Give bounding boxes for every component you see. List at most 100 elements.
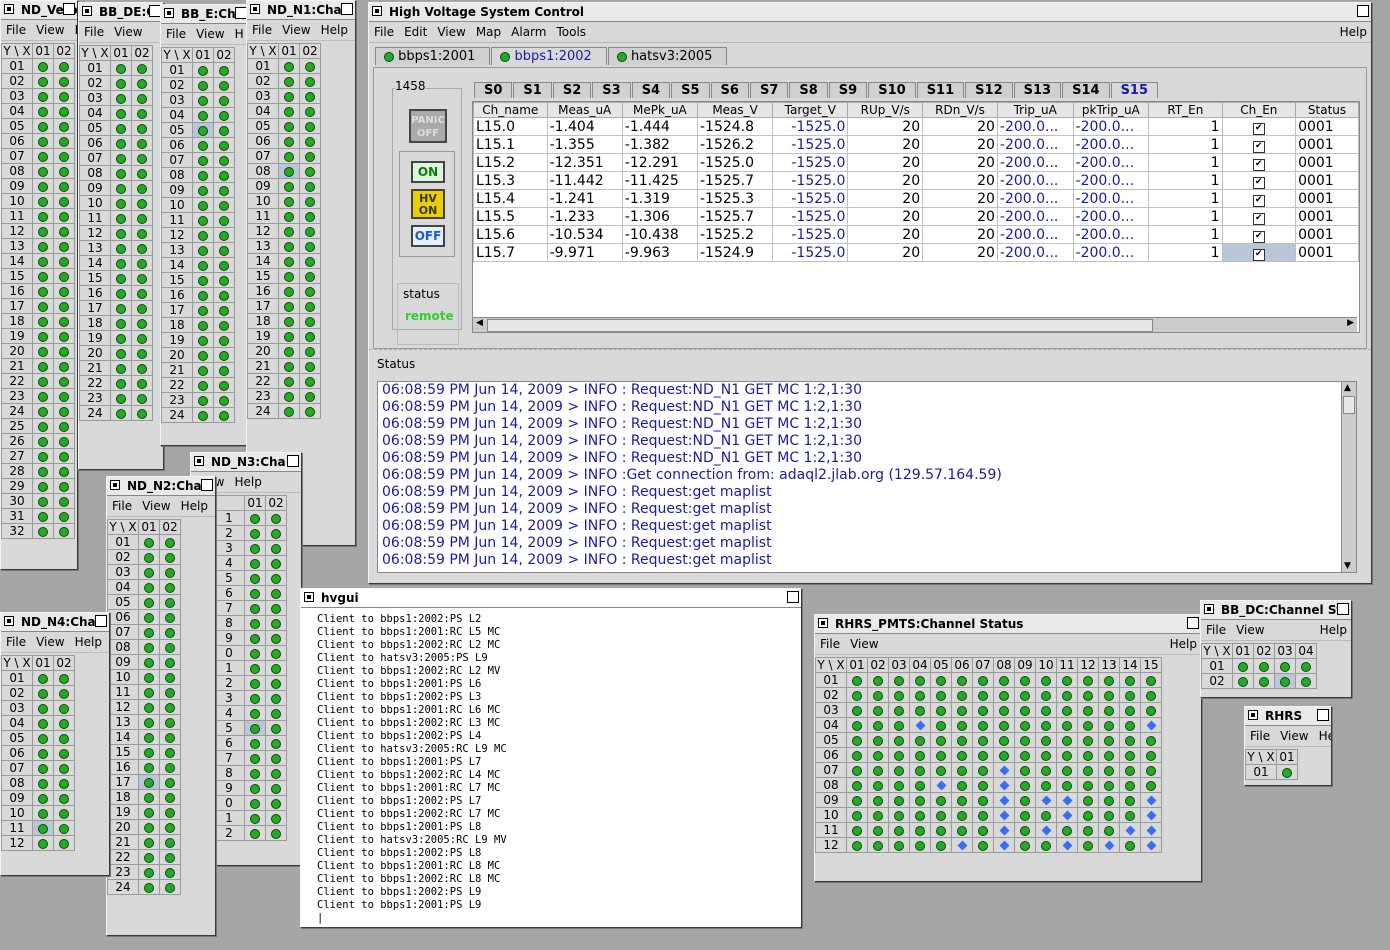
channel-cell[interactable] xyxy=(278,208,300,224)
channel-cell[interactable] xyxy=(32,508,54,524)
channel-cell[interactable] xyxy=(32,298,54,314)
channel-cell[interactable] xyxy=(846,717,868,733)
channel-cell[interactable] xyxy=(32,118,54,134)
channel-cell[interactable] xyxy=(278,373,300,389)
channel-cell[interactable] xyxy=(1014,807,1036,823)
channel-cell[interactable] xyxy=(1056,762,1078,778)
channel-cell[interactable] xyxy=(951,822,973,838)
channel-cell[interactable] xyxy=(192,392,214,408)
channel-cell[interactable] xyxy=(192,107,214,123)
channel-cell[interactable] xyxy=(131,210,153,226)
channel-cell[interactable] xyxy=(1274,658,1296,674)
channel-cell[interactable] xyxy=(244,735,266,751)
channel-cell[interactable] xyxy=(993,837,1015,853)
channel-cell[interactable] xyxy=(32,715,54,731)
channel-cell[interactable] xyxy=(138,699,160,715)
channel-cell[interactable] xyxy=(110,360,132,376)
column-header[interactable]: RT_En xyxy=(1148,102,1223,118)
channel-cell[interactable] xyxy=(110,300,132,316)
channel-cell[interactable] xyxy=(299,358,321,374)
slot-tab-s15[interactable]: S15 xyxy=(1110,82,1159,98)
channel-cell[interactable] xyxy=(972,747,994,763)
channel-cell[interactable] xyxy=(299,148,321,164)
table-cell[interactable]: -1525.0 xyxy=(772,225,849,244)
channel-cell[interactable] xyxy=(888,807,910,823)
channel-cell[interactable] xyxy=(888,672,910,688)
channel-cell[interactable] xyxy=(951,762,973,778)
channel-cell[interactable] xyxy=(244,690,266,706)
channel-cell[interactable] xyxy=(131,240,153,256)
menu-file[interactable]: File xyxy=(374,25,394,39)
window-menu-icon[interactable] xyxy=(194,456,204,466)
channel-cell[interactable] xyxy=(159,699,181,715)
channel-cell[interactable] xyxy=(278,73,300,89)
channel-cell[interactable] xyxy=(110,195,132,211)
channel-cell[interactable] xyxy=(1077,732,1099,748)
title-bar[interactable]: ND_Veto:Ch xyxy=(1,1,77,20)
channel-cell[interactable] xyxy=(1140,792,1162,808)
channel-cell[interactable] xyxy=(138,864,160,880)
channel-cell[interactable] xyxy=(131,315,153,331)
channel-cell[interactable] xyxy=(930,792,952,808)
scroll-down-icon[interactable]: ▼ xyxy=(1344,561,1351,571)
menu-help[interactable]: Help xyxy=(1340,22,1367,42)
channel-cell[interactable] xyxy=(299,328,321,344)
channel-cell[interactable] xyxy=(53,835,75,851)
channel-cell[interactable] xyxy=(265,795,287,811)
channel-cell[interactable] xyxy=(110,90,132,106)
channel-cell[interactable] xyxy=(888,837,910,853)
channel-cell[interactable] xyxy=(131,375,153,391)
channel-cell[interactable] xyxy=(138,714,160,730)
title-bar[interactable]: BB_E:Cha xyxy=(161,5,249,24)
channel-cell[interactable] xyxy=(244,615,266,631)
channel-cell[interactable] xyxy=(159,639,181,655)
channel-cell[interactable] xyxy=(951,687,973,703)
channel-cell[interactable] xyxy=(1035,702,1057,718)
menu-file[interactable]: File xyxy=(1250,729,1270,743)
channel-cell[interactable] xyxy=(110,285,132,301)
channel-cell[interactable] xyxy=(131,105,153,121)
channel-cell[interactable] xyxy=(32,463,54,479)
channel-cell[interactable] xyxy=(265,780,287,796)
channel-cell[interactable] xyxy=(131,225,153,241)
channel-cell[interactable] xyxy=(1014,762,1036,778)
channel-cell[interactable] xyxy=(1140,747,1162,763)
channel-cell[interactable] xyxy=(244,825,266,841)
channel-cell[interactable] xyxy=(1232,658,1254,674)
maximize-icon[interactable] xyxy=(201,479,213,491)
channel-cell[interactable] xyxy=(110,255,132,271)
table-row[interactable]: L15.6 -10.534 -10.438 -1525.2 -1525.0 20 20 -20… xyxy=(473,225,1359,244)
channel-cell[interactable] xyxy=(993,822,1015,838)
channel-cell[interactable] xyxy=(244,600,266,616)
channel-cell[interactable] xyxy=(159,849,181,865)
channel-cell[interactable] xyxy=(930,747,952,763)
channel-cell[interactable] xyxy=(192,317,214,333)
channel-cell[interactable] xyxy=(32,745,54,761)
channel-cell[interactable] xyxy=(32,685,54,701)
channel-cell[interactable] xyxy=(1077,747,1099,763)
channel-cell[interactable] xyxy=(159,714,181,730)
channel-cell[interactable] xyxy=(192,407,214,423)
channel-cell[interactable] xyxy=(1035,807,1057,823)
channel-cell[interactable] xyxy=(131,90,153,106)
channel-cell[interactable] xyxy=(213,377,235,393)
channel-cell[interactable] xyxy=(159,609,181,625)
channel-cell[interactable] xyxy=(131,345,153,361)
channel-cell[interactable] xyxy=(1014,747,1036,763)
channel-cell[interactable] xyxy=(32,103,54,119)
channel-cell[interactable] xyxy=(1014,822,1036,838)
title-bar[interactable]: ND_N2:Cha xyxy=(107,477,215,496)
channel-cell[interactable] xyxy=(299,118,321,134)
channel-cell[interactable] xyxy=(1014,777,1036,793)
channel-cell[interactable] xyxy=(972,777,994,793)
channel-cell[interactable] xyxy=(32,268,54,284)
channel-cell[interactable] xyxy=(213,137,235,153)
channel-cell[interactable] xyxy=(32,700,54,716)
channel-cell[interactable] xyxy=(110,210,132,226)
channel-enable-checkbox[interactable]: ✔ xyxy=(1252,177,1265,189)
table-row[interactable]: L15.1 -1.355 -1.382 -1526.2 -1525.0 20 20 -200.… xyxy=(473,135,1359,154)
channel-cell[interactable] xyxy=(138,789,160,805)
channel-cell[interactable] xyxy=(53,73,75,89)
channel-cell[interactable] xyxy=(53,358,75,374)
window-menu-icon[interactable] xyxy=(1248,710,1258,720)
